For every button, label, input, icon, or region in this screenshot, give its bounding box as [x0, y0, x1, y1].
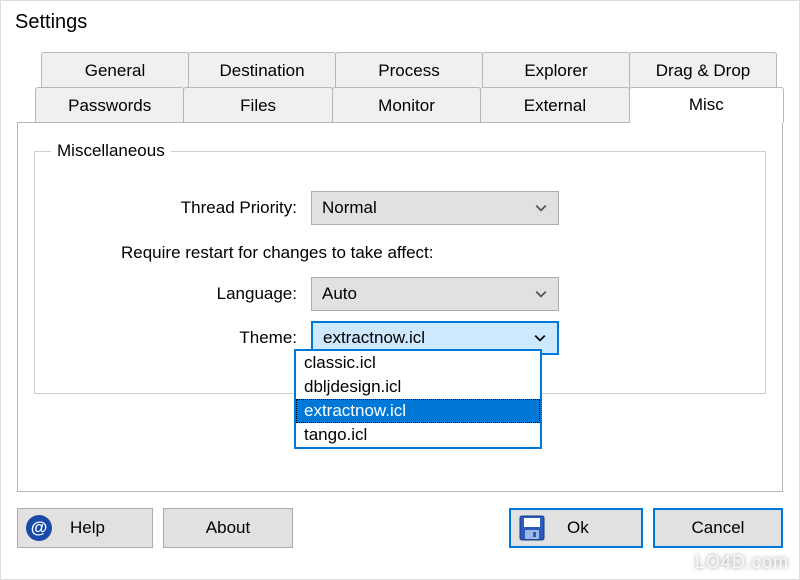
group-legend: Miscellaneous — [51, 141, 171, 161]
tab-monitor[interactable]: Monitor — [332, 87, 481, 123]
tab-passwords[interactable]: Passwords — [35, 87, 184, 123]
button-bar: @ Help About Ok Cancel — [1, 500, 799, 564]
theme-option[interactable]: dbljdesign.icl — [296, 375, 540, 399]
theme-option[interactable]: tango.icl — [296, 423, 540, 447]
tab-row-1: General Destination Process Explorer Dra… — [17, 52, 783, 88]
select-theme-value: extractnow.icl — [323, 328, 425, 348]
chevron-down-icon — [534, 201, 548, 215]
select-language-value: Auto — [322, 284, 357, 304]
select-language[interactable]: Auto — [311, 277, 559, 311]
window-title: Settings — [1, 1, 799, 40]
settings-window: Settings General Destination Process Exp… — [1, 1, 799, 579]
label-thread-priority: Thread Priority: — [51, 198, 311, 218]
at-icon: @ — [26, 515, 52, 541]
chevron-down-icon — [533, 331, 547, 345]
tab-process[interactable]: Process — [335, 52, 483, 88]
about-button-label: About — [206, 518, 250, 538]
tab-explorer[interactable]: Explorer — [482, 52, 630, 88]
select-thread-priority[interactable]: Normal — [311, 191, 559, 225]
select-thread-priority-value: Normal — [322, 198, 377, 218]
restart-note: Require restart for changes to take affe… — [121, 243, 749, 263]
tab-general[interactable]: General — [41, 52, 189, 88]
ok-button-label: Ok — [567, 518, 589, 538]
save-disk-icon — [519, 515, 545, 541]
tab-external[interactable]: External — [480, 87, 629, 123]
label-theme: Theme: — [51, 328, 311, 348]
cancel-button[interactable]: Cancel — [653, 508, 783, 548]
row-thread-priority: Thread Priority: Normal — [51, 191, 749, 225]
cancel-button-label: Cancel — [692, 518, 745, 538]
tab-destination[interactable]: Destination — [188, 52, 336, 88]
theme-dropdown-list[interactable]: classic.icl dbljdesign.icl extractnow.ic… — [294, 349, 542, 449]
tab-drag-drop[interactable]: Drag & Drop — [629, 52, 777, 88]
tab-row-2: Passwords Files Monitor External Misc — [17, 87, 783, 123]
help-button[interactable]: @ Help — [17, 508, 153, 548]
theme-option[interactable]: classic.icl — [296, 351, 540, 375]
row-language: Language: Auto — [51, 277, 749, 311]
tab-misc[interactable]: Misc — [629, 87, 784, 123]
about-button[interactable]: About — [163, 508, 293, 548]
content-area: General Destination Process Explorer Dra… — [1, 40, 799, 500]
tab-files[interactable]: Files — [183, 87, 332, 123]
ok-button[interactable]: Ok — [509, 508, 643, 548]
theme-option-selected[interactable]: extractnow.icl — [296, 399, 540, 423]
chevron-down-icon — [534, 287, 548, 301]
help-button-label: Help — [70, 518, 105, 538]
label-language: Language: — [51, 284, 311, 304]
